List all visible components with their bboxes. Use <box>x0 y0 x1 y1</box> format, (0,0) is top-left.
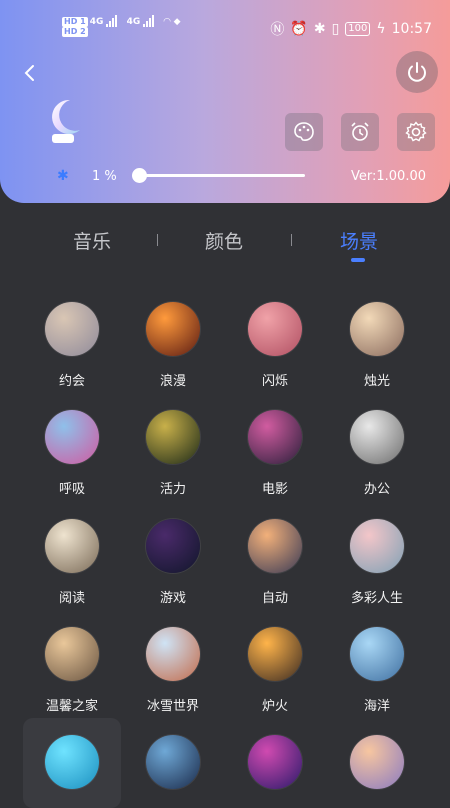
scene-thumbnail <box>45 627 99 681</box>
back-arrow-icon[interactable] <box>20 63 40 83</box>
signal-icon-1 <box>106 15 118 27</box>
scene-thumbnail <box>45 519 99 573</box>
scene-thumbnail <box>45 302 99 356</box>
status-bar-left: HD 1 4G 4G ◠ ◆ HD 2 <box>62 15 181 37</box>
scene-label: 冰雪世界 <box>146 699 199 714</box>
scene-thumbnail <box>146 735 200 789</box>
scene-item[interactable]: 闪烁 <box>223 302 327 389</box>
scene-label: 办公 <box>363 482 390 497</box>
scene-item[interactable]: 多彩人生 <box>325 519 429 606</box>
scene-label: 约会 <box>58 374 85 389</box>
power-button[interactable] <box>396 51 438 93</box>
active-tab-indicator <box>351 258 365 262</box>
scene-label: 温馨之家 <box>45 699 98 714</box>
brightness-slider-thumb[interactable] <box>131 168 147 183</box>
mode-tabs: 音乐 颜色 场景 <box>0 224 450 264</box>
hd-badge-2: HD 2 <box>62 27 88 37</box>
scene-item[interactable]: 呼吸 <box>20 410 124 497</box>
scene-item[interactable] <box>325 735 429 789</box>
scene-label: 烛光 <box>363 374 390 389</box>
scene-label: 自动 <box>261 591 288 606</box>
scene-label: 电影 <box>261 482 288 497</box>
scene-thumbnail <box>248 627 302 681</box>
app-notification-icon: ◆ <box>173 17 181 27</box>
scene-item[interactable] <box>20 735 124 789</box>
scene-thumbnail <box>350 410 404 464</box>
scene-thumbnail <box>146 410 200 464</box>
brightness-value: 1 % <box>92 169 117 184</box>
scene-label: 闪烁 <box>261 374 288 389</box>
alarm-status-icon: ⏰ <box>290 21 308 37</box>
scene-thumbnail <box>45 410 99 464</box>
scene-item[interactable]: 海洋 <box>325 627 429 714</box>
scene-thumbnail <box>248 519 302 573</box>
alarm-clock-icon <box>351 122 369 141</box>
scene-label: 多彩人生 <box>350 591 403 606</box>
version-label: Ver:1.00.00 <box>351 169 426 184</box>
scene-thumbnail <box>45 735 99 789</box>
scene-thumbnail <box>146 627 200 681</box>
tab-color[interactable]: 颜色 <box>184 227 264 254</box>
scene-item[interactable]: 炉火 <box>223 627 327 714</box>
color-palette-button[interactable] <box>285 113 323 151</box>
scene-item[interactable]: 办公 <box>325 410 429 497</box>
moon-lamp-icon <box>52 99 80 143</box>
scene-item[interactable]: 冰雪世界 <box>121 627 225 714</box>
network-label-1: 4G <box>89 17 104 27</box>
settings-button[interactable] <box>397 113 435 151</box>
nfc-icon: Ⓝ <box>270 22 285 38</box>
scene-item[interactable]: 自动 <box>223 519 327 606</box>
signal-icon-2 <box>143 15 155 27</box>
scene-label: 阅读 <box>58 591 85 606</box>
bluetooth-status-icon: ✱ <box>313 21 326 37</box>
gear-icon <box>405 121 427 142</box>
scene-thumbnail <box>146 519 200 573</box>
scene-thumbnail <box>350 627 404 681</box>
battery-icon: 100 <box>345 22 371 36</box>
scene-label: 呼吸 <box>58 482 85 497</box>
scene-thumbnail <box>248 735 302 789</box>
scene-thumbnail <box>350 519 404 573</box>
scene-thumbnail <box>248 302 302 356</box>
scene-thumbnail <box>350 735 404 789</box>
brightness-slider[interactable] <box>131 168 305 183</box>
alarm-button[interactable] <box>341 113 379 151</box>
scene-thumbnail <box>248 410 302 464</box>
scene-item[interactable] <box>121 735 225 789</box>
hd-badge-1: HD 1 <box>62 17 88 27</box>
scene-item[interactable]: 约会 <box>20 302 124 389</box>
scene-item[interactable]: 烛光 <box>325 302 429 389</box>
charging-icon: ϟ <box>376 21 386 37</box>
scene-item[interactable]: 浪漫 <box>121 302 225 389</box>
scene-item[interactable]: 游戏 <box>121 519 225 606</box>
bluetooth-icon[interactable]: ✱ <box>57 168 69 184</box>
scene-thumbnail <box>146 302 200 356</box>
vibrate-icon: ▯ <box>331 21 340 37</box>
scene-label: 活力 <box>159 482 186 497</box>
scene-label: 海洋 <box>363 699 390 714</box>
tab-divider <box>291 234 292 246</box>
scene-item[interactable]: 温馨之家 <box>20 627 124 714</box>
scene-item[interactable]: 电影 <box>223 410 327 497</box>
tab-music[interactable]: 音乐 <box>52 227 132 254</box>
palette-icon <box>294 122 314 141</box>
tab-divider <box>157 234 158 246</box>
scene-item[interactable]: 活力 <box>121 410 225 497</box>
scene-label: 游戏 <box>159 591 186 606</box>
wifi-icon: ◠ <box>163 17 171 27</box>
tab-scene[interactable]: 场景 <box>319 227 399 254</box>
scene-label: 浪漫 <box>159 374 186 389</box>
control-header: HD 1 4G 4G ◠ ◆ HD 2 Ⓝ ⏰ ✱ ▯ 100 ϟ 10:57 ✱… <box>0 0 450 203</box>
scene-item[interactable] <box>223 735 327 789</box>
scene-item[interactable]: 阅读 <box>20 519 124 606</box>
scene-thumbnail <box>350 302 404 356</box>
status-bar-right: Ⓝ ⏰ ✱ ▯ 100 ϟ 10:57 <box>270 19 432 39</box>
network-label-2: 4G <box>126 17 141 27</box>
clock: 10:57 <box>391 21 432 37</box>
power-icon <box>408 62 426 82</box>
scene-label: 炉火 <box>261 699 288 714</box>
